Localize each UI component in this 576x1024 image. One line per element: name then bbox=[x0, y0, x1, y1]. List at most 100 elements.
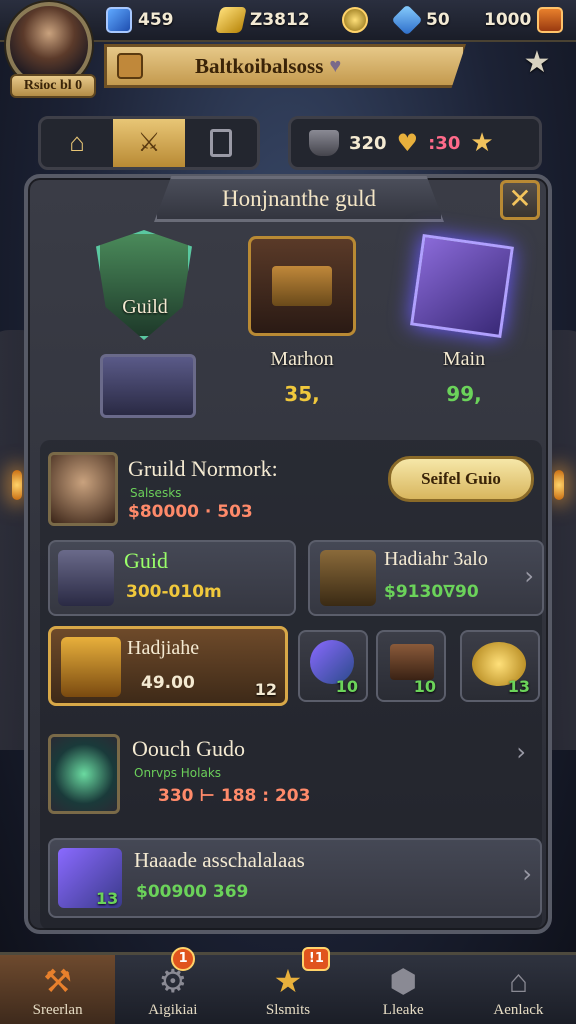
banner-title: Baltkoibalsoss bbox=[195, 53, 324, 78]
showcase-marhon-price: 35, bbox=[284, 382, 320, 406]
showcase-main-label: Main bbox=[442, 348, 486, 370]
slot-2-count: 10 bbox=[413, 677, 436, 696]
last-item-count: 13 bbox=[96, 889, 119, 908]
slot-3-count: 13 bbox=[507, 677, 530, 696]
showcase-marhon[interactable]: Marhon 35, bbox=[232, 236, 372, 426]
crystal-icon bbox=[391, 4, 423, 36]
chevron-right-icon: › bbox=[516, 738, 526, 766]
currency-display[interactable]: 320 ♥ :30 ★ bbox=[288, 116, 542, 170]
banner-emblem-icon bbox=[117, 53, 143, 79]
hammer-icon: ⚒ bbox=[43, 963, 72, 999]
hero-portrait-icon bbox=[48, 452, 118, 526]
nav-item-sreerlan[interactable]: ⚒ Sreerlan bbox=[0, 955, 116, 1024]
chest-icon bbox=[100, 354, 196, 418]
last-item-title: Haaade asschalalaas bbox=[134, 848, 305, 872]
nav-label: Sreerlan bbox=[32, 1002, 83, 1018]
cauldron-icon bbox=[309, 130, 339, 156]
panel-title: Honjnanthe guld bbox=[154, 176, 444, 222]
showcase-main[interactable]: Main 99, bbox=[394, 234, 534, 426]
heart-gold-icon: ♥ bbox=[396, 129, 419, 157]
resource-chest[interactable]: 1000 bbox=[484, 5, 564, 35]
small-chest-icon bbox=[390, 644, 434, 680]
torch-left-icon bbox=[12, 470, 22, 500]
showcase-main-price: 99, bbox=[446, 382, 482, 406]
card-hadiahr-price: $9130∇90 bbox=[384, 582, 479, 602]
shield-icon bbox=[96, 230, 192, 340]
card-hadiahr[interactable]: Hadiahr 3alo $9130∇90 › bbox=[308, 540, 544, 616]
player-avatar[interactable]: Rsioc bl 0 bbox=[6, 2, 96, 98]
ouch-guide-row[interactable]: Oouch Gudo Onrvps Holaks 330 ⊢ 188 : 203… bbox=[48, 728, 534, 818]
slot-1-count: 10 bbox=[335, 677, 358, 696]
currency-amount: 320 bbox=[349, 132, 387, 154]
resource-gold[interactable]: Z3812 bbox=[215, 5, 310, 35]
nav-item-aenlack[interactable]: ⌂ Aenlack bbox=[461, 955, 576, 1024]
card-hadiahr-title: Hadiahr 3alo bbox=[384, 548, 488, 570]
ouch-title: Oouch Gudo bbox=[132, 736, 246, 761]
guild-network-sub: Salsesks bbox=[130, 486, 182, 500]
blue-book-icon bbox=[106, 7, 132, 33]
slot-chest[interactable]: 10 bbox=[376, 630, 446, 702]
nav-item-aigikiai[interactable]: 1 ⚙ Aigikiai bbox=[115, 947, 230, 1024]
category-tabs: ⌂ ⚔ bbox=[38, 116, 260, 170]
nav-item-lleake[interactable]: ⬢ Lleake bbox=[346, 955, 461, 1024]
house-icon: ⌂ bbox=[69, 128, 85, 157]
crystal-count: 50 bbox=[426, 10, 450, 30]
emerald-gem-icon bbox=[48, 734, 120, 814]
last-item-price: $00900 369 bbox=[136, 882, 249, 902]
player-level-label: Rsioc bl 0 bbox=[10, 74, 96, 98]
showcase: Guild Marhon 35, Main 99, bbox=[40, 226, 540, 428]
bottom-nav: ⚒ Sreerlan 1 ⚙ Aigikiai !1 ★ Slsmits ⬢ L… bbox=[0, 947, 576, 1024]
last-item-row[interactable]: 13 Haaade asschalalaas $00900 369 › bbox=[48, 838, 542, 918]
featured-price: 49.00 bbox=[141, 673, 195, 693]
nav-item-slsmits[interactable]: !1 ★ Slsmits bbox=[230, 947, 345, 1024]
golden-relic-icon bbox=[61, 637, 121, 697]
cog-shield-icon: ⬢ bbox=[389, 963, 418, 999]
slot-gold-coins[interactable]: 13 bbox=[460, 630, 540, 702]
gold-count: Z3812 bbox=[250, 10, 310, 30]
heart-icon: ♥ bbox=[329, 54, 342, 77]
guild-network-row[interactable]: Gruild Normork: Salsesks $80000 · 503 Se… bbox=[48, 450, 534, 530]
showcase-marhon-label: Marhon bbox=[270, 348, 334, 370]
guild-network-price: $80000 · 503 bbox=[128, 502, 253, 522]
chevron-right-icon: › bbox=[522, 860, 532, 888]
currency-gems: :30 bbox=[428, 132, 461, 154]
chevron-right-icon: › bbox=[524, 562, 534, 590]
nav-label: Aenlack bbox=[493, 1002, 544, 1018]
resource-coin[interactable] bbox=[342, 5, 368, 35]
card-guid[interactable]: Guid 300-010m bbox=[48, 540, 296, 616]
nav-label: Slsmits bbox=[265, 1002, 311, 1018]
tab-arena[interactable]: ⚔ bbox=[113, 119, 185, 167]
close-button[interactable]: ✕ bbox=[500, 180, 540, 220]
ouch-price: 330 ⊢ 188 : 203 bbox=[158, 786, 311, 806]
gold-bar-icon bbox=[215, 7, 247, 33]
chest-count: 1000 bbox=[484, 10, 532, 30]
chest-plus-icon bbox=[537, 7, 564, 33]
featured-count: 12 bbox=[254, 680, 277, 699]
guild-network-title: Gruild Normork: bbox=[128, 456, 278, 481]
crossed-swords-icon: ⚔ bbox=[137, 128, 161, 157]
card-icon bbox=[210, 129, 232, 157]
resource-crystal[interactable]: 50 bbox=[391, 4, 450, 36]
chest-blue-icon bbox=[58, 550, 114, 606]
showcase-guild[interactable]: Guild bbox=[70, 226, 220, 426]
store-icon: ⌂ bbox=[508, 963, 529, 999]
resource-blue-book[interactable]: 459 bbox=[106, 5, 174, 35]
torch-right-icon bbox=[554, 470, 564, 500]
ouch-sub: Onrvps Holaks bbox=[134, 766, 222, 780]
featured-item[interactable]: Hadjiahe 49.00 12 bbox=[48, 626, 288, 706]
title-banner: Baltkoibalsoss ♥ bbox=[104, 44, 466, 88]
nav-label: Lleake bbox=[382, 1002, 424, 1018]
shop-rows: Gruild Normork: Salsesks $80000 · 503 Se… bbox=[40, 440, 544, 930]
magic-cube-icon bbox=[410, 234, 514, 338]
select-guild-button[interactable]: Seifel Guio bbox=[388, 456, 534, 502]
slot-crystal-sword[interactable]: 10 bbox=[298, 630, 368, 702]
nav-label: Aigikiai bbox=[148, 1002, 198, 1018]
guild-panel: Honjnanthe guld ✕ Guild Marhon 35, Main … bbox=[24, 174, 552, 934]
favorite-star-button[interactable]: ★ bbox=[520, 46, 554, 80]
featured-title: Hadjiahe bbox=[127, 637, 200, 659]
notification-badge: !1 bbox=[302, 947, 331, 971]
star-icon: ★ bbox=[470, 128, 494, 158]
tab-card[interactable] bbox=[185, 119, 257, 167]
gold-coin-icon bbox=[342, 7, 368, 33]
tab-home[interactable]: ⌂ bbox=[41, 119, 113, 167]
